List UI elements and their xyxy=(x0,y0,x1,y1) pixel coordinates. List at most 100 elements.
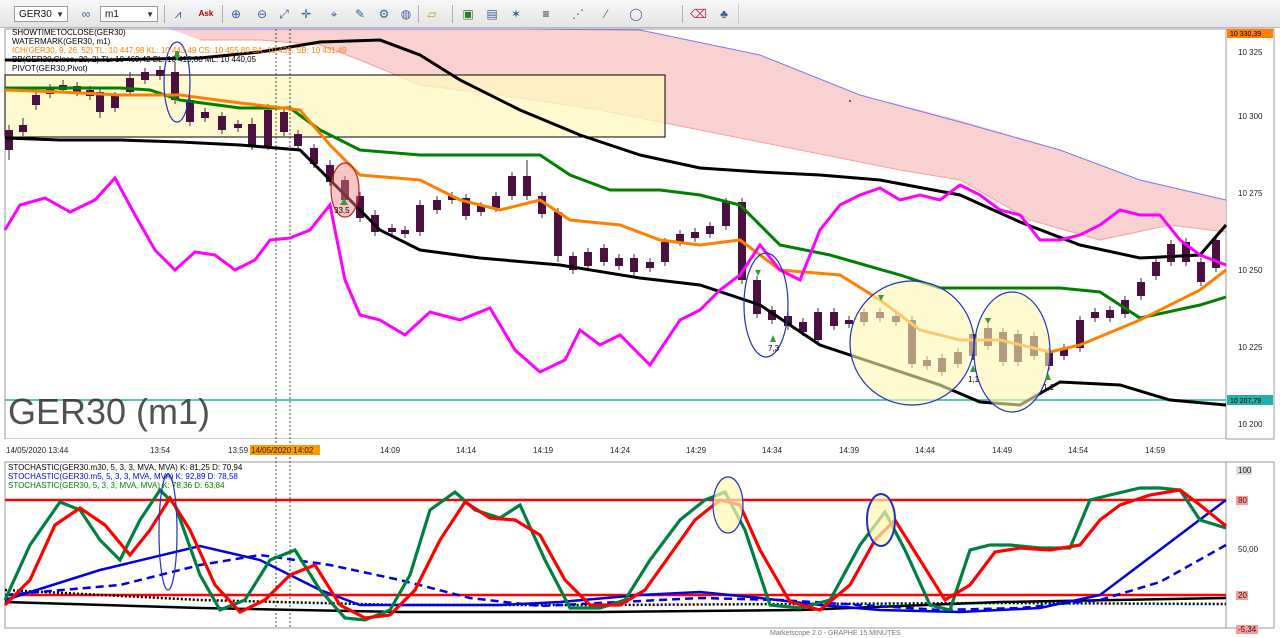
time-tick: 14:29 xyxy=(686,446,707,455)
stoch-tick: 20 xyxy=(1238,591,1247,600)
candle-body[interactable] xyxy=(508,176,516,196)
crosshair-icon[interactable]: ✛ xyxy=(298,6,314,22)
candle-body[interactable] xyxy=(706,226,714,234)
candle-body[interactable] xyxy=(19,125,27,132)
legend-stoch-m1: STOCHASTIC(GER30, 5, 3, 3, MVA, MVA) K: … xyxy=(8,481,225,490)
candle-body[interactable] xyxy=(523,176,531,196)
globe-icon[interactable]: ◍ xyxy=(398,6,414,22)
candle-body[interactable] xyxy=(554,212,562,256)
symbol-select[interactable]: GER30 ▼ xyxy=(14,6,68,22)
zoom-fit-icon[interactable]: ⤢ xyxy=(276,6,292,22)
chart-watermark: GER30 (m1) xyxy=(8,391,210,432)
objects-icon[interactable]: ⚙ xyxy=(376,6,392,22)
candle-body[interactable] xyxy=(630,258,638,272)
chart-dot xyxy=(849,100,851,102)
highlight-ellipse[interactable] xyxy=(849,280,975,406)
candle-body[interactable] xyxy=(5,130,13,150)
annotation-label: 7,3 xyxy=(768,344,780,353)
fibonacci-icon[interactable]: ⋰ xyxy=(570,6,586,22)
timeframe-select[interactable]: m1 ▼ xyxy=(100,6,158,22)
zoom-in-icon[interactable]: ⊕ xyxy=(228,6,244,22)
magic-icon[interactable]: ✶ xyxy=(508,6,524,22)
toolbar-separator xyxy=(222,5,223,23)
candle-body[interactable] xyxy=(294,134,302,146)
chart-type-icon[interactable]: ⩘ xyxy=(170,6,186,22)
pen-icon[interactable]: ∕ xyxy=(598,6,614,22)
candle-body[interactable] xyxy=(1152,262,1160,276)
candle-body[interactable] xyxy=(600,248,608,262)
candle-body[interactable] xyxy=(584,252,592,266)
zoom-out-icon[interactable]: ⊖ xyxy=(254,6,270,22)
price-tick: 10 275 xyxy=(1238,189,1263,198)
candle-body[interactable] xyxy=(32,95,40,105)
candle-body[interactable] xyxy=(156,70,164,76)
cursor-icon[interactable]: ⌖ xyxy=(326,6,342,22)
top-price-tag-text: 10 330,39 xyxy=(1230,31,1261,38)
candle-body[interactable] xyxy=(401,230,409,234)
candle-body[interactable] xyxy=(218,116,226,130)
time-tick: 14:24 xyxy=(610,446,631,455)
highlight-ellipse[interactable] xyxy=(973,291,1051,413)
eraser-icon[interactable]: ⌫ xyxy=(690,6,707,22)
candle-body[interactable] xyxy=(433,200,441,210)
candle-body[interactable] xyxy=(1091,312,1099,318)
ellipse-icon[interactable]: ◯ xyxy=(628,6,644,22)
toolbar-separator xyxy=(418,5,419,23)
time-tick: 14:34 xyxy=(762,446,783,455)
time-tick: 13:54 xyxy=(150,446,171,455)
candle-body[interactable] xyxy=(845,320,853,324)
candle-body[interactable] xyxy=(1167,244,1175,262)
ruler-icon[interactable]: ▱ xyxy=(424,6,440,22)
stoch-highlight-ellipse[interactable] xyxy=(866,493,896,547)
candle-body[interactable] xyxy=(141,72,149,80)
screenshot-icon[interactable]: ▣ xyxy=(460,6,476,22)
legend-stoch-m5: STOCHASTIC(GER30.m5, 5, 3, 3, MVA, MVA) … xyxy=(8,472,238,481)
ask-button[interactable]: Ask xyxy=(198,6,214,22)
annotation-label: 33,5 xyxy=(334,206,350,215)
lines-icon[interactable]: ≡ xyxy=(538,6,554,22)
candle-body[interactable] xyxy=(830,312,838,326)
candle-body[interactable] xyxy=(248,124,256,146)
candle-body[interactable] xyxy=(234,124,242,128)
candle-body[interactable] xyxy=(492,196,500,208)
time-tick: 14:54 xyxy=(1068,446,1089,455)
price-axis[interactable] xyxy=(1225,28,1275,440)
toolbar-separator xyxy=(682,5,683,23)
candle-body[interactable] xyxy=(722,202,730,226)
candle-body[interactable] xyxy=(416,205,424,232)
candle-body[interactable] xyxy=(646,262,654,268)
candle-body[interactable] xyxy=(1137,282,1145,296)
legend-showtime: SHOWTIMETOCLOSE(GER30) xyxy=(12,28,126,37)
text-icon[interactable]: ✎ xyxy=(352,6,368,22)
annotation-label: 1,1 xyxy=(968,375,980,384)
timeframe-value: m1 xyxy=(105,9,119,20)
candle-body[interactable] xyxy=(814,312,822,340)
time-tick: 14:44 xyxy=(915,446,936,455)
stoch-highlight-ellipse[interactable] xyxy=(712,476,744,534)
candle-body[interactable] xyxy=(661,242,669,262)
legend-pivot: PIVOT(GER30,Pivot) xyxy=(12,64,88,73)
signals-icon[interactable]: ♣ xyxy=(716,6,732,22)
candle-body[interactable] xyxy=(280,112,288,132)
chart-toolbar: GER30 ▼ ∞ m1 ▼ ⩘ Ask ⊕ ⊖ ⤢ ✛ ⌖ ✎ ⚙ ◍ ▱ ▣ ▤… xyxy=(0,0,1280,28)
chart-canvas[interactable]: 33,5 7,3 1,1 1,1 SHOWTIMETOCLOSE(GER30) … xyxy=(0,28,1280,638)
toolbar-separator xyxy=(452,5,453,23)
time-tick: 14:19 xyxy=(533,446,554,455)
candle-body[interactable] xyxy=(201,112,209,118)
stoch-tick: 80 xyxy=(1238,496,1247,505)
candle-body[interactable] xyxy=(264,110,272,146)
candle-body[interactable] xyxy=(691,232,699,238)
time-tick: 13:59 xyxy=(228,446,249,455)
template-icon[interactable]: ▤ xyxy=(484,6,500,22)
candle-body[interactable] xyxy=(615,258,623,266)
chart-link-icon[interactable]: ∞ xyxy=(78,6,94,22)
candle-body[interactable] xyxy=(111,96,119,108)
chevron-down-icon: ▼ xyxy=(56,10,64,19)
candle-body[interactable] xyxy=(1106,310,1114,318)
stoch-tick: 50,00 xyxy=(1238,545,1259,554)
candle-body[interactable] xyxy=(1197,262,1205,282)
candle-body[interactable] xyxy=(186,100,194,122)
price-tick: 10 300 xyxy=(1238,112,1263,121)
candle-body[interactable] xyxy=(753,280,761,314)
candle-body[interactable] xyxy=(388,228,396,232)
